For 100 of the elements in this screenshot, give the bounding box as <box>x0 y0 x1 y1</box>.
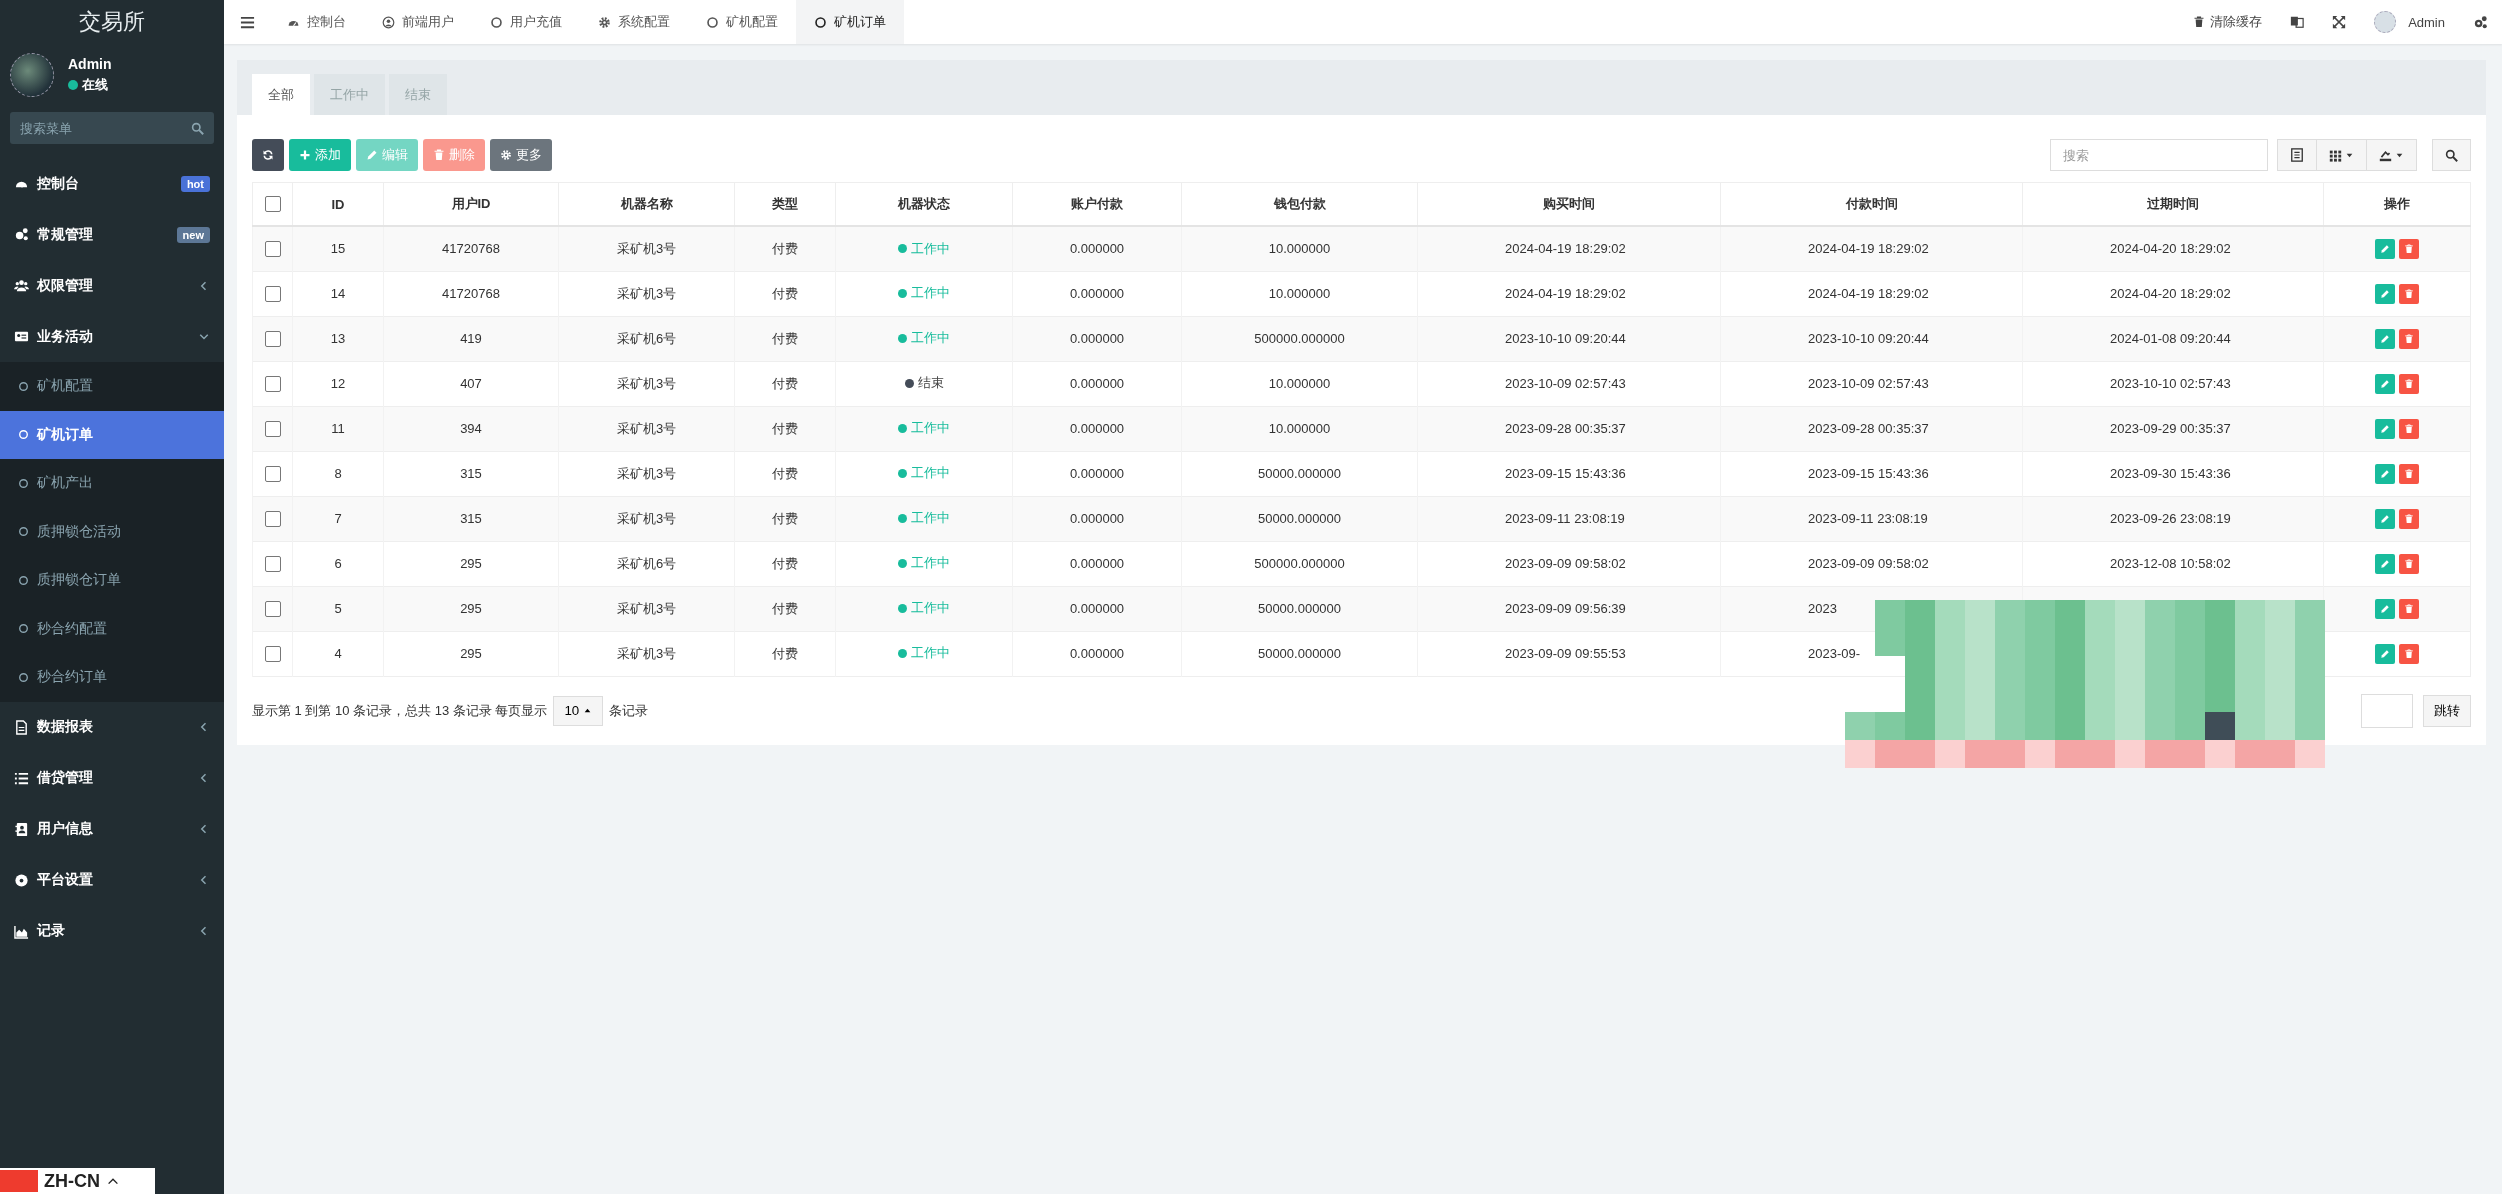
checkbox[interactable] <box>264 510 281 527</box>
nav-tab[interactable]: 系统配置 <box>580 0 688 44</box>
table-cell: 10.000000 <box>1268 240 1331 256</box>
menu-icon[interactable] <box>240 14 255 30</box>
checkbox[interactable] <box>264 645 281 662</box>
circle-icon <box>706 15 719 29</box>
delete-button[interactable] <box>2399 328 2419 349</box>
checkbox[interactable] <box>264 196 281 213</box>
menu-item[interactable]: 借贷管理 <box>0 752 224 804</box>
more-button[interactable]: 更多 <box>490 139 552 171</box>
refresh-button[interactable] <box>252 139 284 171</box>
menu-item[interactable]: 常规管理 new <box>0 209 224 260</box>
column-header: 操作 <box>2384 196 2410 211</box>
delete-button[interactable] <box>2399 418 2419 439</box>
trash-icon <box>433 149 445 161</box>
menu-item[interactable]: 记录 <box>0 905 224 957</box>
checkbox[interactable] <box>264 600 281 617</box>
nav-tab[interactable]: 前端用户 <box>364 0 472 44</box>
checkbox[interactable] <box>264 330 281 347</box>
edit-button[interactable] <box>2375 508 2395 529</box>
menu-item[interactable]: 控制台 hot <box>0 158 224 209</box>
translate-icon[interactable] <box>2290 15 2305 29</box>
menu-item[interactable]: 业务活动 <box>0 311 224 362</box>
status-label: 工作中 <box>898 645 950 662</box>
delete-button[interactable] <box>2399 508 2419 529</box>
trash-icon <box>2404 378 2414 389</box>
table-cell: 2023-09-15 15:43:36 <box>1808 465 1929 481</box>
submenu-item[interactable]: 矿机配置 <box>0 362 224 411</box>
edit-button[interactable] <box>2375 553 2395 574</box>
checkbox[interactable] <box>264 555 281 572</box>
pencil-icon <box>2380 378 2390 389</box>
menu-item[interactable]: 数据报表 <box>0 701 224 753</box>
delete-button[interactable] <box>2399 598 2419 619</box>
nav-tab[interactable]: 控制台 <box>269 0 364 44</box>
circle-icon <box>490 15 503 29</box>
table-cell: 0.000000 <box>1069 465 1125 481</box>
table-cell: 2024-04-20 18:29:02 <box>2110 240 2231 256</box>
gear-icon <box>500 149 512 161</box>
delete-button[interactable] <box>2399 238 2419 259</box>
columns-button[interactable] <box>2316 139 2367 171</box>
expand-icon[interactable] <box>2332 15 2347 29</box>
checkbox[interactable] <box>264 420 281 437</box>
edit-button[interactable] <box>2375 373 2395 394</box>
checkbox[interactable] <box>264 241 281 258</box>
export-button[interactable] <box>2366 139 2417 171</box>
users-icon <box>14 278 29 293</box>
search-field[interactable]: 搜索菜单 <box>10 112 214 144</box>
circle-icon <box>814 15 827 29</box>
edit-button[interactable] <box>2375 283 2395 304</box>
page-jump-field[interactable] <box>2361 693 2413 728</box>
filter-tab[interactable]: 全部 <box>252 74 310 115</box>
pagination-suffix: 条记录 <box>609 701 649 720</box>
edit-button[interactable] <box>2375 598 2395 619</box>
jump-button[interactable]: 跳转 <box>2423 694 2471 727</box>
search-field[interactable]: 搜索 <box>2050 139 2268 171</box>
submenu-item[interactable]: 矿机产出 <box>0 459 224 508</box>
checkbox[interactable] <box>264 285 281 302</box>
document-icon <box>14 719 29 735</box>
circle-icon <box>18 623 29 635</box>
language-selector[interactable]: ZH-CN <box>0 1168 155 1194</box>
trash-icon <box>2404 468 2414 479</box>
submenu-item[interactable]: 质押锁仓活动 <box>0 507 224 556</box>
table-cell: 0.000000 <box>1069 420 1125 436</box>
gears-icon[interactable] <box>2473 14 2488 30</box>
edit-button[interactable] <box>2375 643 2395 664</box>
checkbox[interactable] <box>264 375 281 392</box>
table-cell: 0.000000 <box>1069 555 1125 571</box>
nav-tab[interactable]: 矿机订单 <box>796 0 904 44</box>
delete-button[interactable] <box>2399 553 2419 574</box>
menu-item[interactable]: 权限管理 <box>0 260 224 311</box>
edit-button[interactable] <box>2375 238 2395 259</box>
submenu-item[interactable]: 质押锁仓订单 <box>0 556 224 605</box>
pencil-icon <box>2380 603 2390 614</box>
delete-button[interactable] <box>2399 373 2419 394</box>
submenu-item[interactable]: 秒合约订单 <box>0 653 224 702</box>
submenu-item[interactable]: 矿机订单 <box>0 410 224 459</box>
trash-icon <box>2404 423 2414 434</box>
edit-button[interactable] <box>2375 463 2395 484</box>
menu-item[interactable]: 平台设置 <box>0 854 224 906</box>
menu-item[interactable]: 用户信息 <box>0 803 224 855</box>
submenu-item[interactable]: 秒合约配置 <box>0 604 224 653</box>
checkbox[interactable] <box>264 465 281 482</box>
table-cell: 2023-09-30 15:43:36 <box>2110 465 2231 481</box>
toggle-view-button[interactable] <box>2277 139 2317 171</box>
clear-cache-button[interactable]: 清除缓存 <box>2179 13 2277 31</box>
edit-button[interactable] <box>2375 328 2395 349</box>
nav-tab[interactable]: 用户充值 <box>472 0 580 44</box>
delete-button[interactable] <box>2399 463 2419 484</box>
table-cell: 2023-09-26 23:08:19 <box>2110 510 2231 526</box>
edit-button[interactable] <box>2375 418 2395 439</box>
search-button[interactable] <box>2432 139 2471 171</box>
delete-button[interactable] <box>2399 643 2419 664</box>
page-size-dropdown[interactable]: 10 <box>553 695 604 726</box>
trash-icon <box>2193 16 2206 28</box>
table-cell: 10.000000 <box>1268 285 1331 301</box>
user-menu[interactable]: Admin <box>2360 11 2459 33</box>
gear-icon <box>598 15 611 29</box>
nav-tab[interactable]: 矿机配置 <box>688 0 796 44</box>
table-cell: 315 <box>460 465 482 481</box>
delete-button[interactable] <box>2399 283 2419 304</box>
